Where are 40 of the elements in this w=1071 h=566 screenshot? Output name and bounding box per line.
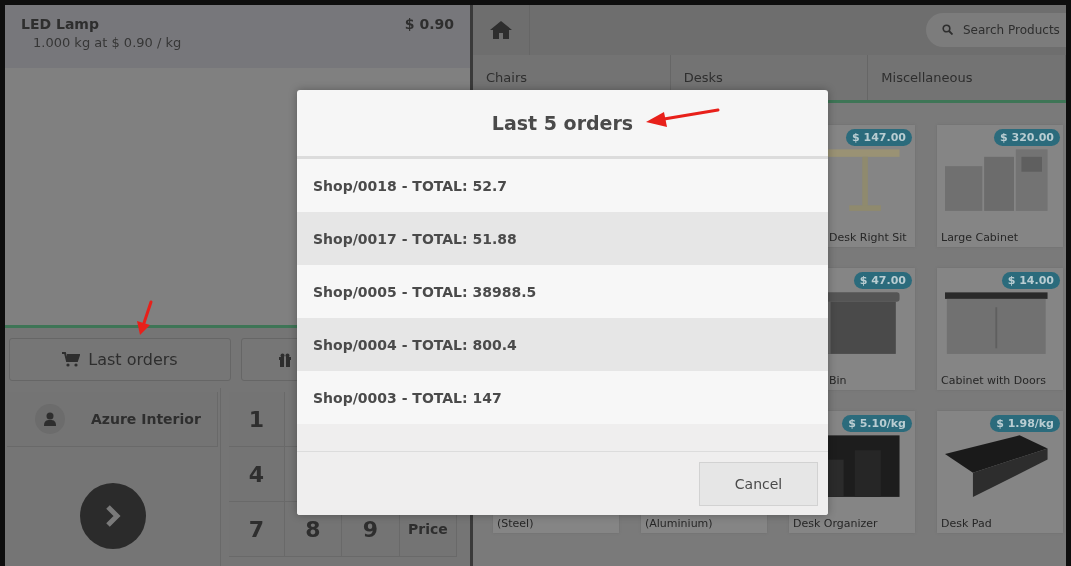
cancel-button[interactable]: Cancel xyxy=(699,461,818,506)
numpad-key[interactable]: 1 xyxy=(229,392,285,447)
gift-icon xyxy=(278,352,292,367)
product-name: Desk Pad xyxy=(940,517,993,532)
price-tag: $ 147.00 xyxy=(846,129,912,146)
order-item[interactable]: Shop/0018 - TOTAL: 52.7 xyxy=(297,159,828,212)
order-item[interactable]: Shop/0003 - TOTAL: 147 xyxy=(297,371,828,424)
line-price: $ 0.90 xyxy=(404,16,454,32)
product-name: Desk Organizer xyxy=(792,517,879,532)
last-orders-button[interactable]: Last orders xyxy=(9,338,231,381)
product-card[interactable]: $ 320.00 Large Cabinet xyxy=(937,125,1063,247)
order-item[interactable]: Shop/0005 - TOTAL: 38988.5 xyxy=(297,265,828,318)
order-item[interactable]: Shop/0004 - TOTAL: 800.4 xyxy=(297,318,828,371)
price-tag: $ 14.00 xyxy=(1001,272,1060,289)
chevron-right-icon xyxy=(104,504,121,528)
product-name: (Steel) xyxy=(496,517,535,532)
search-icon xyxy=(942,24,953,35)
order-item[interactable]: Shop/0017 - TOTAL: 51.88 xyxy=(297,212,828,265)
product-name: Bin xyxy=(828,374,848,389)
product-name: Desk Right Sit xyxy=(828,231,908,246)
cart-icon xyxy=(62,352,81,367)
price-tag: $ 5.10/kg xyxy=(842,415,912,432)
product-card[interactable]: $ 14.00 Cabinet with Doors xyxy=(937,268,1063,390)
numpad-key[interactable]: 7 xyxy=(229,502,285,557)
price-tag: $ 1.98/kg xyxy=(990,415,1060,432)
line-detail: 1.000 kg at $ 0.90 / kg xyxy=(33,35,182,50)
home-icon xyxy=(490,21,512,39)
price-tag: $ 320.00 xyxy=(994,129,1060,146)
product-name: LED Lamp xyxy=(21,16,99,32)
customer-button[interactable]: Azure Interior xyxy=(7,392,218,447)
product-name: Cabinet with Doors xyxy=(940,374,1048,389)
numpad-key[interactable]: 4 xyxy=(229,447,285,502)
annotation-arrow xyxy=(134,301,154,335)
dialog-title: Last 5 orders xyxy=(491,112,634,134)
product-name: (Aluminium) xyxy=(644,517,714,532)
search-field[interactable]: Search Products xyxy=(926,13,1066,47)
person-icon xyxy=(35,404,65,434)
price-tag: $ 47.00 xyxy=(853,272,912,289)
product-name: Large Cabinet xyxy=(940,231,1019,246)
product-card[interactable]: $ 1.98/kg Desk Pad xyxy=(937,411,1063,533)
